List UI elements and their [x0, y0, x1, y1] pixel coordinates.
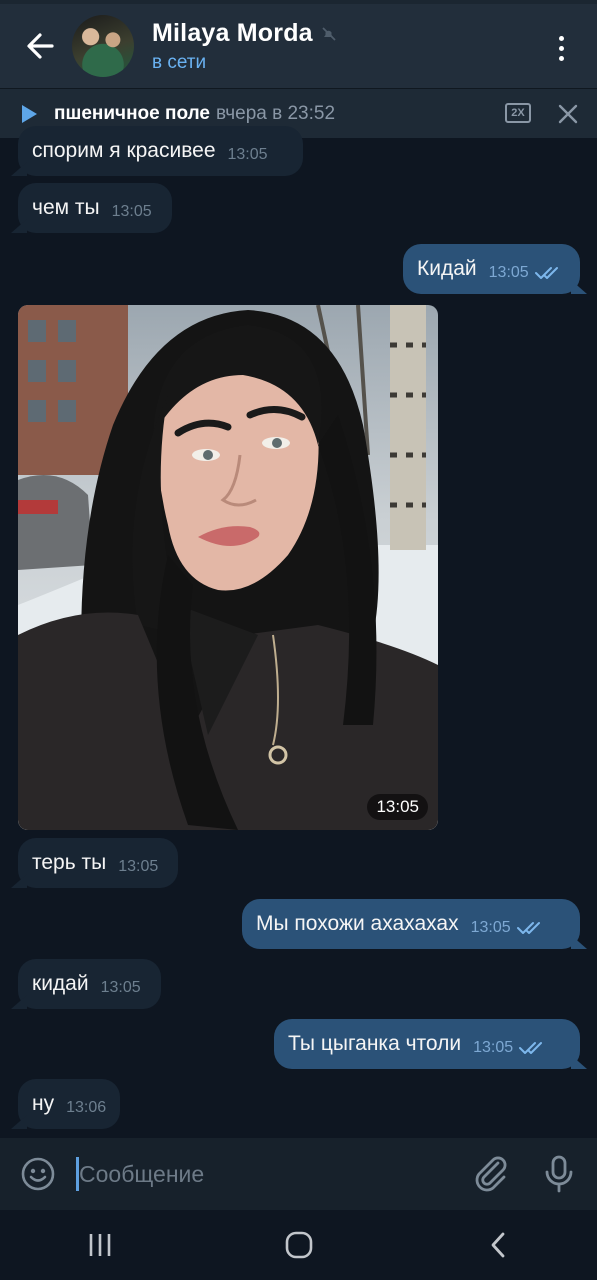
avatar[interactable]	[72, 15, 134, 77]
chat-header: Milaya Morda в сети	[0, 0, 597, 88]
recents-icon	[89, 1234, 110, 1256]
more-vertical-icon-dot	[558, 55, 564, 61]
message-incoming[interactable]: чем ты 13:05	[18, 183, 172, 233]
message-text: спорим я красивее	[32, 139, 216, 162]
chat-screen: Milaya Morda в сети пшеничное поле вчера …	[0, 0, 597, 1280]
emoji-icon[interactable]	[21, 1157, 55, 1191]
message-incoming[interactable]: кидай 13:05	[18, 959, 161, 1009]
muted-bell-icon	[322, 27, 336, 41]
close-icon[interactable]	[556, 102, 580, 126]
home-button[interactable]	[269, 1215, 329, 1275]
microphone-icon[interactable]	[544, 1154, 574, 1194]
double-check-icon	[534, 267, 558, 279]
message-outgoing[interactable]: Ты цыганка чтоли 13:05	[274, 1019, 580, 1069]
paperclip-icon[interactable]	[473, 1155, 511, 1193]
more-menu-button[interactable]	[543, 26, 579, 70]
more-vertical-icon-dot	[558, 45, 564, 51]
message-text: Кидай	[417, 257, 477, 280]
message-outgoing[interactable]: Кидай 13:05	[403, 244, 580, 294]
message-incoming[interactable]: спорим я красивее 13:05	[18, 126, 303, 176]
message-time: 13:05	[470, 919, 511, 936]
arrow-left-icon	[27, 33, 54, 59]
message-incoming[interactable]: ну 13:06	[18, 1079, 120, 1129]
message-composer	[0, 1138, 597, 1210]
photo-time: 13:05	[367, 794, 428, 820]
message-input[interactable]	[76, 1157, 456, 1191]
message-time: 13:06	[66, 1099, 107, 1116]
message-time: 13:05	[100, 979, 141, 996]
chat-status: в сети	[152, 51, 207, 73]
play-icon	[22, 104, 37, 123]
message-text: Ты цыганка чтоли	[288, 1032, 462, 1055]
player-track: пшеничное поле вчера в 23:52	[54, 103, 335, 125]
selfie-image	[18, 305, 438, 830]
double-check-icon	[519, 1042, 543, 1054]
message-text: чем ты	[32, 196, 100, 219]
message-text: Мы похожи ахахахах	[256, 912, 459, 935]
title-row: Milaya Morda	[152, 19, 337, 48]
message-photo[interactable]: 13:05	[18, 305, 438, 830]
chat-title-area[interactable]: Milaya Morda в сети	[152, 19, 337, 74]
nav-back-button[interactable]	[468, 1215, 528, 1275]
message-time: 13:05	[118, 858, 159, 875]
home-icon	[285, 1231, 312, 1259]
back-button[interactable]	[0, 2, 80, 90]
double-check-icon	[516, 922, 540, 934]
message-time: 13:05	[227, 146, 268, 163]
player-time: вчера в 23:52	[216, 102, 336, 124]
more-vertical-icon	[558, 35, 564, 41]
message-time: 13:05	[488, 264, 529, 281]
message-outgoing[interactable]: Мы похожи ахахахах 13:05	[242, 899, 580, 949]
system-navigation-bar	[0, 1210, 597, 1280]
message-time: 13:05	[111, 203, 152, 220]
message-text: ну	[32, 1092, 55, 1115]
player-title: пшеничное поле	[54, 102, 210, 124]
recents-button[interactable]	[70, 1215, 130, 1275]
message-time: 13:05	[473, 1039, 514, 1056]
chat-title: Milaya Morda	[152, 18, 313, 47]
message-text: терь ты	[32, 851, 107, 874]
message-text: кидай	[32, 972, 89, 995]
nav-back-icon	[491, 1232, 504, 1258]
playback-speed-button[interactable]: 2X	[505, 103, 531, 123]
message-incoming[interactable]: терь ты 13:05	[18, 838, 178, 888]
